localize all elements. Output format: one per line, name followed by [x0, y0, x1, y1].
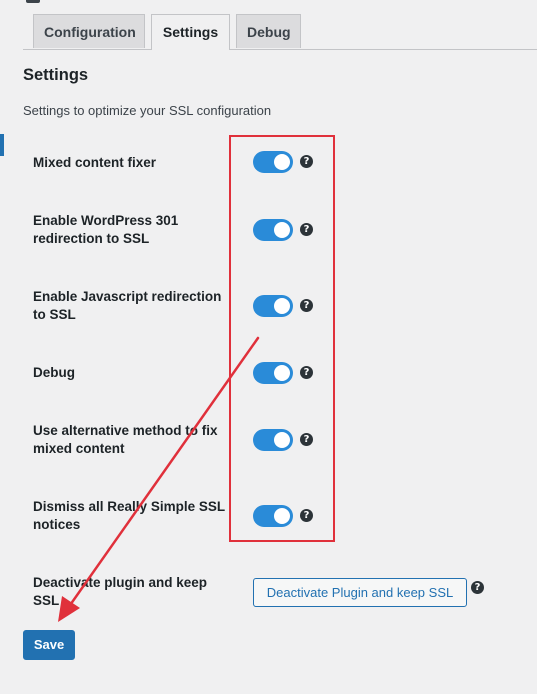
setting-label-dismiss-notices: Dismiss all Really Simple SSL notices — [33, 499, 225, 532]
setting-label-alt-mixed-content: Use alternative method to fix mixed cont… — [33, 423, 218, 456]
page-heading-fragment — [26, 0, 40, 3]
tab-settings[interactable]: Settings — [151, 14, 230, 50]
admin-menu-edge — [0, 134, 4, 156]
setting-label-mixed-content-fixer: Mixed content fixer — [33, 155, 157, 170]
tab-configuration[interactable]: Configuration — [33, 14, 145, 48]
deactivate-plugin-button[interactable]: Deactivate Plugin and keep SSL — [253, 578, 467, 607]
setting-label-deactivate: Deactivate plugin and keep SSL — [33, 575, 208, 608]
section-description: Settings to optimize your SSL configurat… — [23, 103, 272, 118]
top-strip — [0, 0, 537, 14]
help-icon[interactable]: ? — [471, 581, 484, 594]
tab-bar: Configuration Settings Debug — [23, 14, 537, 50]
settings-page: Configuration Settings Debug Settings Se… — [0, 0, 537, 694]
setting-label-debug: Debug — [33, 365, 75, 380]
setting-label-wp-301-redirect: Enable WordPress 301 redirection to SSL — [33, 213, 179, 246]
save-button[interactable]: Save — [23, 630, 75, 660]
setting-label-js-redirect: Enable Javascript redirection to SSL — [33, 289, 222, 322]
tab-debug[interactable]: Debug — [236, 14, 301, 48]
section-title: Settings — [23, 66, 89, 84]
annotation-highlight-box — [229, 135, 335, 542]
